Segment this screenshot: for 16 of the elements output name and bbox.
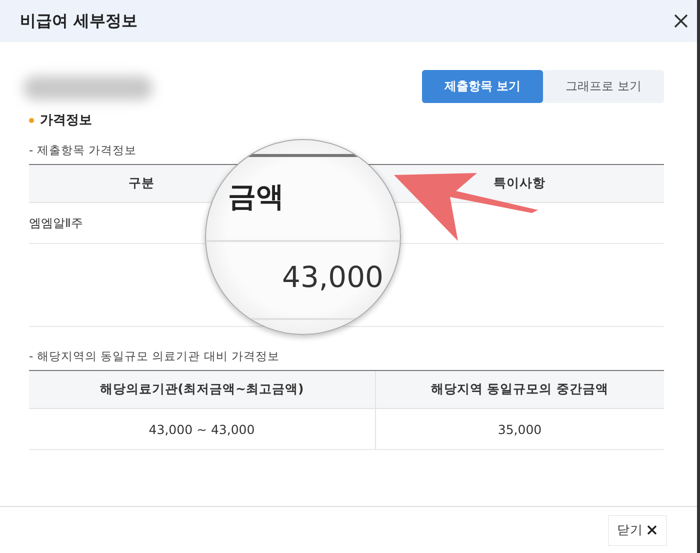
close-icon <box>646 524 658 536</box>
column-header: 해당의료기관(최저금액~최고금액) <box>29 370 375 408</box>
section-title: 가격정보 <box>40 112 92 129</box>
table-cell: 43,000 ~ 43,000 <box>148 422 255 436</box>
table-caption: - 제출항목 가격정보 <box>29 143 138 158</box>
magnified-header: 금액 <box>228 179 284 215</box>
close-button[interactable]: 닫기 <box>608 514 667 546</box>
magnified-value: 43,000 <box>282 260 384 294</box>
view-tab[interactable]: 그래프로 보기 <box>543 70 664 103</box>
table-cell: 엠엠알Ⅱ주 <box>29 216 83 230</box>
bullet-icon <box>29 118 34 122</box>
window-title: 비급여 세부정보 <box>20 10 138 32</box>
view-tab[interactable]: 제출항목 보기 <box>422 70 543 103</box>
table-cell: 35,000 <box>498 422 542 436</box>
column-header: 해당지역 동일규모의 중간금액 <box>375 370 664 408</box>
table-caption: - 해당지역의 동일규모 의료기관 대비 가격정보 <box>29 349 280 364</box>
